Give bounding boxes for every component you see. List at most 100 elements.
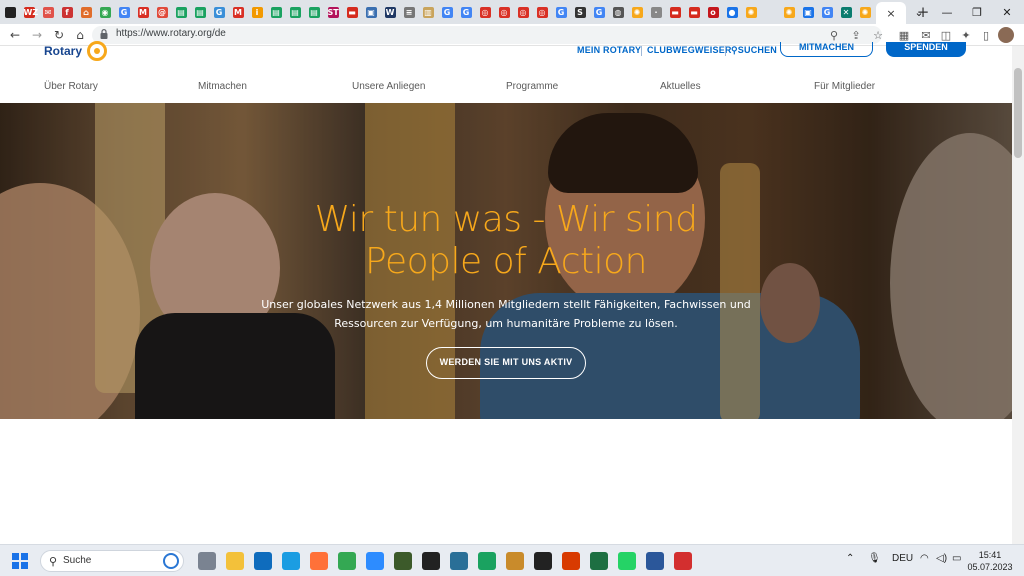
tray-overflow-icon[interactable]: ⌃ [846,553,854,564]
news-icon[interactable]: ≡ [400,3,418,21]
zoom-icon[interactable] [366,552,384,570]
mail-icon[interactable]: ✉ [39,3,57,21]
capture-icon[interactable]: ◫ [938,27,954,43]
reload-icon[interactable]: ↻ [50,26,68,44]
taskbar-search[interactable]: ⚲ Suche [40,550,184,572]
clubwegweiser-link[interactable]: CLUBWEGWEISER [647,45,732,55]
dot-icon[interactable]: · [647,3,665,21]
target-icon[interactable]: ◎ [495,3,513,21]
sheets-icon[interactable]: ▤ [286,3,304,21]
word-icon[interactable] [646,552,664,570]
calendar-icon[interactable]: ▣ [799,3,817,21]
maximize-icon[interactable]: ❐ [962,0,992,24]
back-icon[interactable]: ← [6,26,24,44]
maps-icon[interactable]: ◉ [96,3,114,21]
page-scrollbar[interactable] [1012,46,1024,544]
close-window-icon[interactable]: ✕ [992,0,1022,24]
office-icon[interactable] [562,552,580,570]
flag-icon[interactable]: ▬ [685,3,703,21]
werden-sie-aktiv-button[interactable]: WERDEN SIE MIT UNS AKTIV [426,347,586,379]
bookmark-star-icon[interactable]: ☆ [870,27,886,43]
sidepanel-icon[interactable]: ▯ [978,27,994,43]
rotary-wheel-icon[interactable] [87,41,107,61]
nav-ueber-rotary[interactable]: Über Rotary [44,81,98,92]
home-icon[interactable]: ⌂ [71,26,89,44]
spenden-button[interactable]: SPENDEN [886,42,966,57]
volume-icon[interactable]: ◁) [936,553,947,564]
outlook-icon[interactable] [254,552,272,570]
rotary-icon[interactable]: ✺ [856,3,874,21]
circle-icon[interactable] [1,3,19,21]
doc-icon[interactable]: ▣ [362,3,380,21]
solitaire-icon[interactable] [422,552,440,570]
calendar-icon[interactable]: ▤ [191,3,209,21]
google-icon[interactable]: G [552,3,570,21]
address-bar[interactable]: https://www.rotary.org/de [92,26,882,44]
paint-icon[interactable] [506,552,524,570]
target-icon[interactable]: ◎ [514,3,532,21]
square-icon[interactable]: f [58,3,76,21]
scrollbar-thumb[interactable] [1014,68,1022,158]
share-icon[interactable]: ⇪ [848,27,864,43]
mitmachen-button[interactable]: MITMACHEN [780,42,873,57]
st-icon[interactable]: ST [324,3,342,21]
chrome-icon[interactable] [338,552,356,570]
minimize-icon[interactable]: — [932,0,962,24]
extension-icon[interactable]: ▦ [896,27,912,43]
edge-icon[interactable] [282,552,300,570]
home-icon[interactable]: ⌂ [77,3,95,21]
notes-icon[interactable] [478,552,496,570]
flag-icon[interactable]: ▬ [666,3,684,21]
windows-tool-icon[interactable] [450,552,468,570]
wifi-icon[interactable]: ◠ [920,553,929,564]
orf-icon[interactable]: o [704,3,722,21]
rotary-icon[interactable]: ✺ [780,3,798,21]
whatsapp-icon[interactable] [618,552,636,570]
user-icon[interactable]: ● [723,3,741,21]
windows-start-icon[interactable] [12,553,28,569]
flag-icon[interactable]: ▬ [343,3,361,21]
suchen-link[interactable]: ⚲SUCHEN [731,45,777,56]
acrobat-icon[interactable] [674,552,692,570]
translate-icon[interactable]: G [210,3,228,21]
gmail-icon[interactable]: M [134,3,152,21]
nav-fuer-mitglieder[interactable]: Für Mitglieder [814,81,875,92]
microphone-icon[interactable]: 🎙 [868,553,881,564]
input-language[interactable]: DEU [892,553,913,564]
w-icon[interactable]: W [381,3,399,21]
active-tab-close-icon[interactable]: × [876,2,906,24]
sheets-icon[interactable]: ▤ [267,3,285,21]
battery-icon[interactable]: ▭ [952,553,961,564]
target-icon[interactable]: ◎ [476,3,494,21]
google-icon[interactable]: G [115,3,133,21]
nav-aktuelles[interactable]: Aktuelles [660,81,701,92]
google-icon[interactable]: G [438,3,456,21]
puzzle-icon[interactable]: ✦ [958,27,974,43]
target-icon[interactable]: ◎ [533,3,551,21]
rotary-icon[interactable]: ✺ [628,3,646,21]
s-icon[interactable]: S [571,3,589,21]
at-icon[interactable]: @ [153,3,171,21]
blank-icon[interactable] [761,3,779,21]
excel-icon[interactable] [590,552,608,570]
zoom-icon[interactable]: ⚲ [826,27,842,43]
google-icon[interactable]: G [457,3,475,21]
google-icon[interactable]: G [590,3,608,21]
github-icon[interactable] [534,552,552,570]
calendar-icon[interactable]: ▤ [172,3,190,21]
wz-icon[interactable]: WZ [20,3,38,21]
network-tool-icon[interactable] [394,552,412,570]
file-explorer-icon[interactable] [226,552,244,570]
taskbar-clock[interactable]: 15:41 05.07.2023 [962,549,1018,573]
bing-icon[interactable] [163,553,179,569]
profile-avatar[interactable] [998,27,1014,43]
rotary-logo-text[interactable]: Rotary [44,44,82,58]
nav-unsere-anliegen[interactable]: Unsere Anliegen [352,81,425,92]
sheets-icon[interactable]: ▤ [305,3,323,21]
mail-extension-icon[interactable]: ✉ [918,27,934,43]
tab-search-icon[interactable]: ⌄ [904,0,934,24]
mein-rotary-link[interactable]: MEIN ROTARY [577,45,641,55]
gmail-icon[interactable]: M [229,3,247,21]
xing-icon[interactable]: ✕ [837,3,855,21]
globe-icon[interactable]: ◍ [609,3,627,21]
